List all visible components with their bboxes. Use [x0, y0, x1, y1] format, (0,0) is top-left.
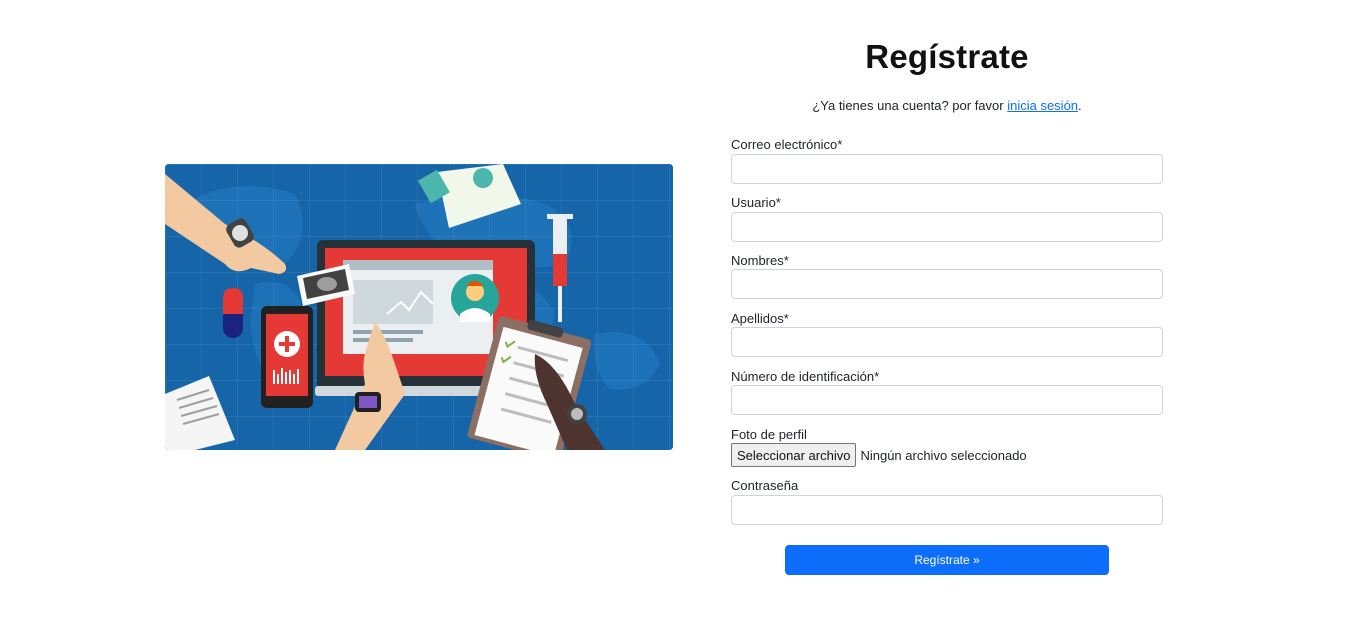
- login-prompt: ¿Ya tienes una cuenta? por favor inicia …: [731, 98, 1163, 113]
- email-label: Correo electrónico*: [731, 137, 843, 152]
- medical-illustration-svg: [165, 164, 673, 450]
- email-field[interactable]: [731, 154, 1163, 184]
- file-status: Ningún archivo seleccionado: [860, 447, 1027, 463]
- phone-medical-icon: [261, 306, 313, 408]
- login-prompt-text: ¿Ya tienes una cuenta? por favor: [812, 98, 1008, 113]
- pill-icon: [223, 288, 243, 338]
- register-button[interactable]: Regístrate »: [785, 545, 1109, 575]
- username-field[interactable]: [731, 212, 1163, 242]
- first-names-label: Nombres*: [731, 253, 789, 268]
- first-names-field[interactable]: [731, 269, 1163, 299]
- profile-photo-input: Seleccionar archivo Ningún archivo selec…: [731, 443, 1027, 467]
- last-names-field[interactable]: [731, 327, 1163, 357]
- login-link[interactable]: inicia sesión: [1007, 98, 1078, 113]
- hero-illustration: [165, 164, 673, 450]
- page-title: Regístrate: [865, 38, 1029, 75]
- last-names-label: Apellidos*: [731, 311, 789, 326]
- choose-file-button[interactable]: Seleccionar archivo: [731, 443, 857, 467]
- profile-photo-label: Foto de perfil: [731, 427, 807, 442]
- password-field[interactable]: [731, 495, 1163, 525]
- id-number-label: Número de identificación*: [731, 369, 880, 384]
- username-label: Usuario*: [731, 195, 781, 210]
- login-prompt-period: .: [1078, 98, 1082, 113]
- id-number-field[interactable]: [731, 385, 1163, 415]
- password-label: Contraseña: [731, 478, 799, 493]
